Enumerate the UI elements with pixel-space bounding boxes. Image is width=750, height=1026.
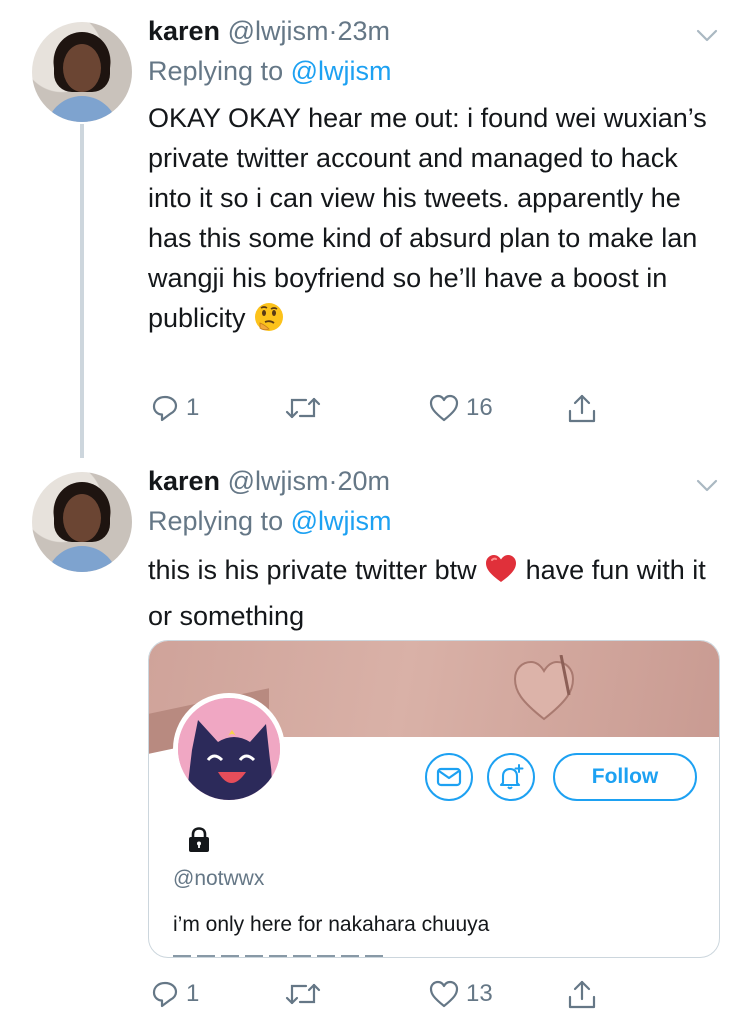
banner-heart-graphic (513, 655, 575, 721)
black-cat-icon (178, 698, 280, 800)
replying-to-label: Replying to (148, 506, 284, 536)
chevron-down-icon[interactable] (694, 472, 720, 498)
tweet-header: karen @lwjism·20m (148, 466, 390, 497)
share-icon (568, 980, 596, 1009)
avatar[interactable] (32, 22, 132, 122)
envelope-icon (436, 767, 462, 787)
reply-button[interactable]: 1 (150, 979, 199, 1009)
heart-icon (429, 980, 459, 1008)
replying-to: Replying to @lwjism (148, 56, 392, 87)
retweet-button[interactable] (284, 393, 328, 423)
reply-icon (152, 981, 178, 1008)
retweet-icon (285, 397, 321, 419)
bell-plus-icon (499, 764, 524, 790)
follow-button[interactable]: Follow (553, 753, 697, 801)
like-button[interactable]: 16 (428, 393, 493, 423)
thinking-face-icon (253, 301, 285, 344)
profile-joined-cutoff (173, 949, 383, 957)
tweet-1[interactable]: karen @lwjism·23m Replying to @lwjism OK… (0, 0, 750, 458)
reply-count: 1 (186, 394, 200, 421)
share-icon (568, 394, 596, 423)
like-button[interactable]: 13 (428, 979, 493, 1009)
red-heart-icon (484, 553, 518, 596)
avatar[interactable] (32, 472, 132, 572)
reply-button[interactable]: 1 (150, 393, 199, 423)
timestamp[interactable]: 20m (337, 466, 390, 496)
replying-to-label: Replying to (148, 56, 284, 86)
display-name[interactable]: karen (148, 16, 220, 46)
tweet-text-content: OKAY OKAY hear me out: i found wei wuxia… (148, 103, 707, 333)
embedded-profile-card[interactable]: Follow @notwwx i’m only here for nakahar… (148, 640, 720, 958)
reply-handle-link[interactable]: @lwjism (291, 56, 392, 86)
user-handle[interactable]: @lwjism (228, 466, 329, 496)
replying-to: Replying to @lwjism (148, 506, 392, 537)
reply-handle-link[interactable]: @lwjism (291, 506, 392, 536)
lock-icon (189, 827, 209, 852)
share-button[interactable] (566, 393, 598, 425)
profile-bio: i’m only here for nakahara chuuya (173, 913, 490, 936)
thread-line (80, 124, 84, 458)
chevron-down-icon[interactable] (694, 22, 720, 48)
tweet-actions: 1 16 (148, 393, 608, 427)
like-count: 13 (466, 980, 493, 1007)
tweet-header: karen @lwjism·23m (148, 16, 390, 47)
profile-avatar[interactable] (173, 693, 285, 805)
tweet-text: OKAY OKAY hear me out: i found wei wuxia… (148, 98, 718, 344)
like-count: 16 (466, 394, 493, 421)
share-button[interactable] (566, 979, 598, 1011)
retweet-icon (285, 983, 321, 1005)
display-name[interactable]: karen (148, 466, 220, 496)
message-button[interactable] (425, 753, 473, 801)
profile-handle: @notwwx (173, 867, 265, 890)
user-handle[interactable]: @lwjism (228, 16, 329, 46)
heart-icon (429, 394, 459, 422)
timestamp[interactable]: 23m (337, 16, 390, 46)
reply-icon (152, 395, 178, 422)
tweet-actions: 1 13 (148, 979, 608, 1013)
notifications-button[interactable] (487, 753, 535, 801)
tweet-text-before-emoji: this is his private twitter btw (148, 555, 477, 585)
reply-count: 1 (186, 980, 200, 1007)
tweet-text: this is his private twitter btw have fun… (148, 550, 718, 636)
retweet-button[interactable] (284, 979, 328, 1009)
